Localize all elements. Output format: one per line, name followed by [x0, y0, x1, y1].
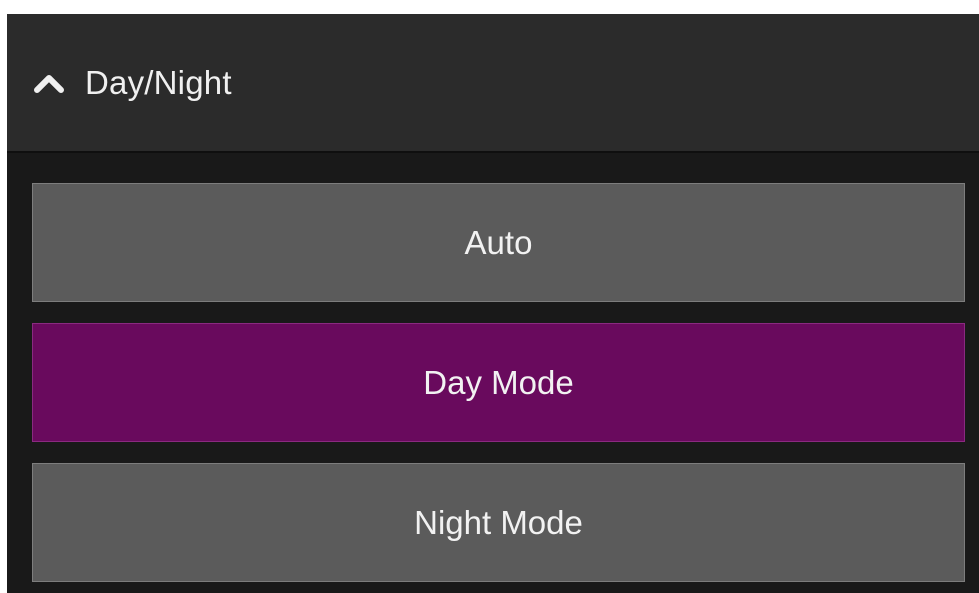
option-day-mode-label: Day Mode [423, 363, 574, 401]
chevron-up-icon [33, 71, 65, 95]
option-auto-label: Auto [464, 223, 533, 261]
day-night-section-header[interactable]: Day/Night [7, 14, 979, 153]
section-title: Day/Night [85, 63, 232, 101]
option-auto-button[interactable]: Auto [32, 183, 965, 302]
option-night-mode-button[interactable]: Night Mode [32, 463, 965, 582]
day-night-panel: Day/Night Auto Day Mode Night Mode [7, 14, 979, 593]
option-day-mode-button[interactable]: Day Mode [32, 323, 965, 442]
option-night-mode-label: Night Mode [414, 503, 583, 541]
